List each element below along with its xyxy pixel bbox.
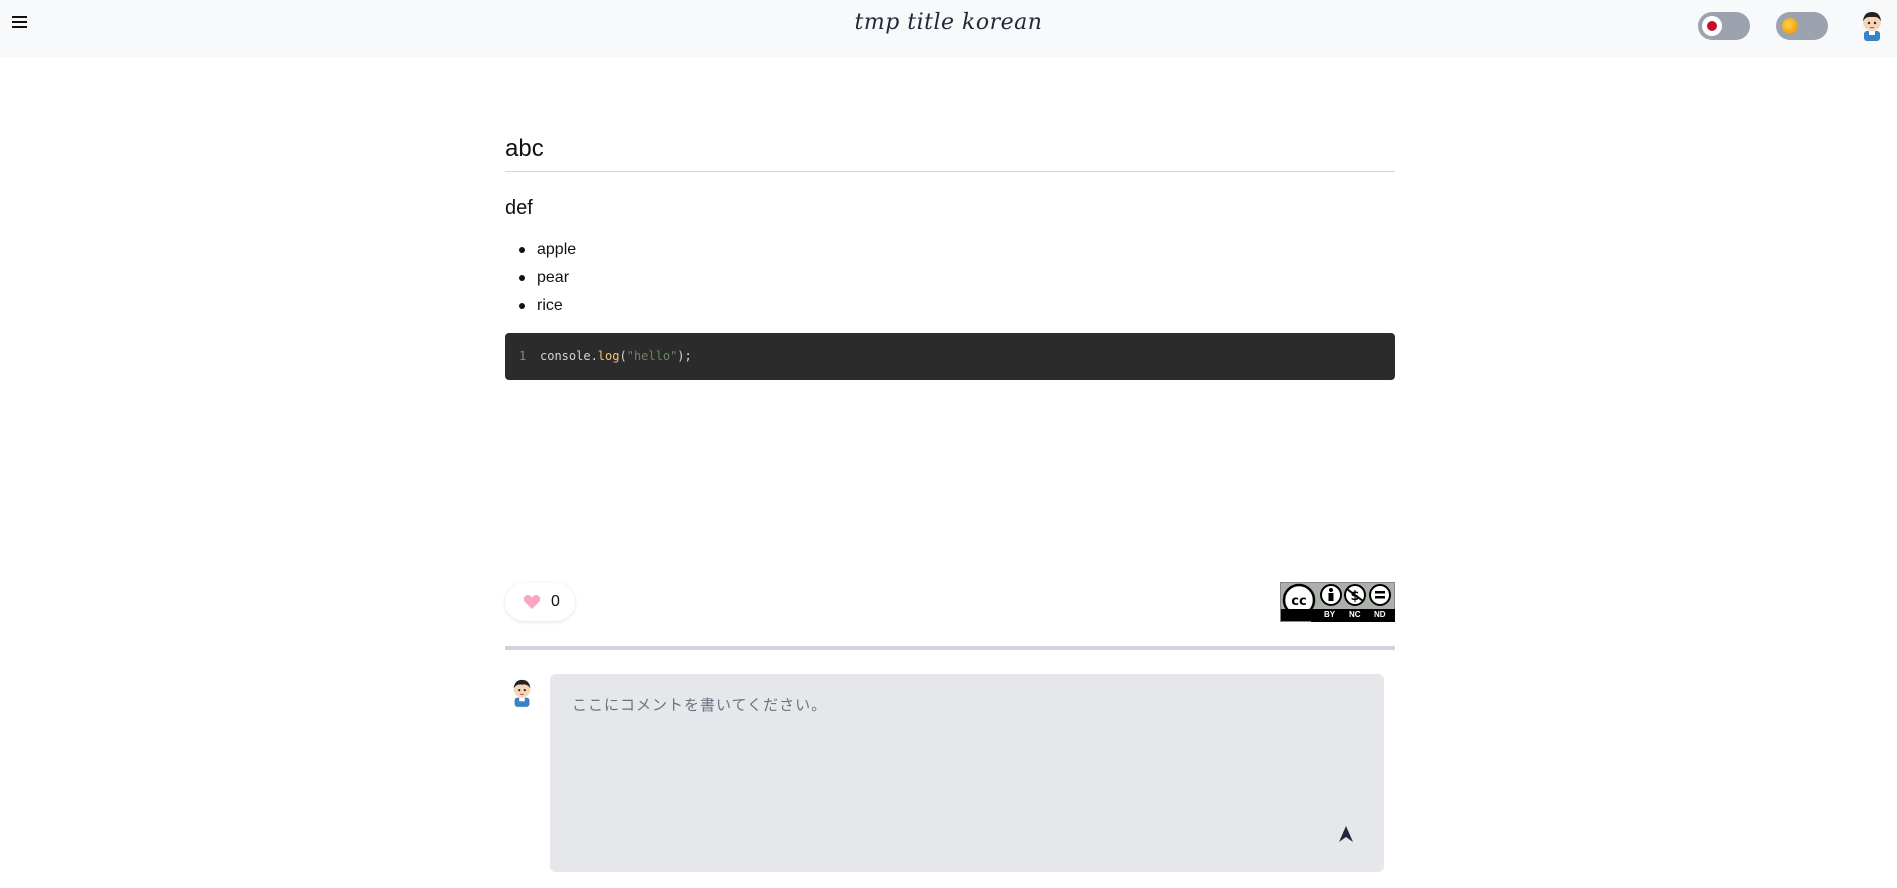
site-title[interactable]: tmp title korean bbox=[0, 10, 1897, 35]
cc-label-nd: ND bbox=[1374, 610, 1386, 619]
list-item: apple bbox=[505, 236, 576, 264]
sun-icon bbox=[1782, 18, 1798, 34]
commenter-avatar-icon bbox=[509, 676, 535, 713]
post-heading: abc bbox=[505, 135, 544, 162]
like-button[interactable]: 0 bbox=[505, 583, 575, 621]
creative-commons-icon: cc $ bbox=[1281, 583, 1394, 609]
comment-input[interactable]: ここにコメントを書いてください。 bbox=[550, 674, 1384, 872]
top-bar: tmp title korean bbox=[0, 0, 1897, 57]
comment-placeholder: ここにコメントを書いてください。 bbox=[572, 697, 828, 714]
red-dot-icon bbox=[1707, 21, 1717, 31]
post-subheading: def bbox=[505, 197, 533, 219]
cc-label-nc: NC bbox=[1349, 610, 1361, 619]
code-line: console.log("hello"); bbox=[540, 349, 692, 363]
list-item: rice bbox=[505, 292, 576, 320]
theme-toggle[interactable] bbox=[1776, 12, 1828, 40]
creative-commons-badge[interactable]: cc $ BY NC ND bbox=[1280, 582, 1395, 622]
like-count: 0 bbox=[551, 593, 560, 610]
send-icon[interactable] bbox=[1338, 825, 1354, 848]
code-block: 1 console.log("hello"); bbox=[505, 333, 1395, 380]
code-line-number: 1 bbox=[519, 349, 527, 363]
svg-text:cc: cc bbox=[1291, 594, 1306, 609]
list-item: pear bbox=[505, 264, 576, 292]
heading-divider bbox=[505, 171, 1395, 172]
avatar-icon[interactable] bbox=[1858, 9, 1886, 41]
language-toggle[interactable] bbox=[1698, 12, 1750, 40]
comments-divider bbox=[505, 646, 1395, 650]
cc-label-by: BY bbox=[1324, 610, 1336, 619]
heart-icon bbox=[523, 594, 541, 615]
bullet-list: apple pear rice bbox=[505, 236, 576, 320]
